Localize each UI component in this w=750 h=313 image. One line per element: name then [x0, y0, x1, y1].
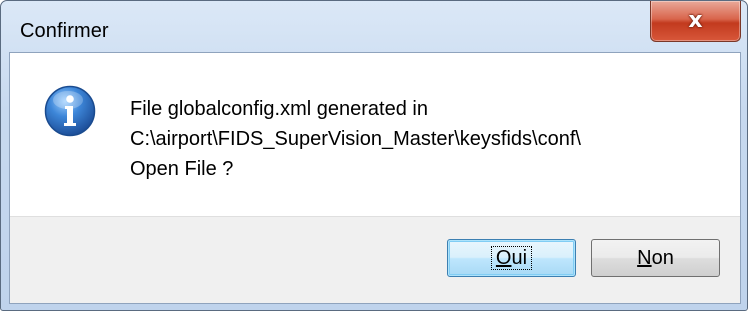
confirm-dialog: Confirmer x File globalconfig.xml genera… — [0, 0, 748, 311]
message-line: File globalconfig.xml generated in — [130, 98, 428, 120]
message-area: File globalconfig.xml generated in C:\ai… — [10, 53, 740, 216]
message-line: C:\airport\FIDS_SuperVision_Master\keysf… — [130, 128, 581, 150]
title-bar[interactable]: Confirmer x — [1, 1, 747, 51]
information-icon — [44, 85, 96, 137]
window-title: Confirmer — [20, 20, 109, 42]
close-button[interactable]: x — [650, 1, 741, 42]
message-text: File globalconfig.xml generated in C:\ai… — [130, 94, 581, 184]
button-bar: Oui Non — [10, 216, 740, 303]
no-button-label: Non — [637, 246, 674, 269]
close-icon: x — [688, 8, 703, 33]
dialog-body: File globalconfig.xml generated in C:\ai… — [9, 52, 741, 304]
no-button[interactable]: Non — [591, 239, 720, 277]
message-line: Open File ? — [130, 158, 234, 180]
yes-button-label: Oui — [490, 246, 533, 270]
yes-button[interactable]: Oui — [447, 239, 576, 277]
